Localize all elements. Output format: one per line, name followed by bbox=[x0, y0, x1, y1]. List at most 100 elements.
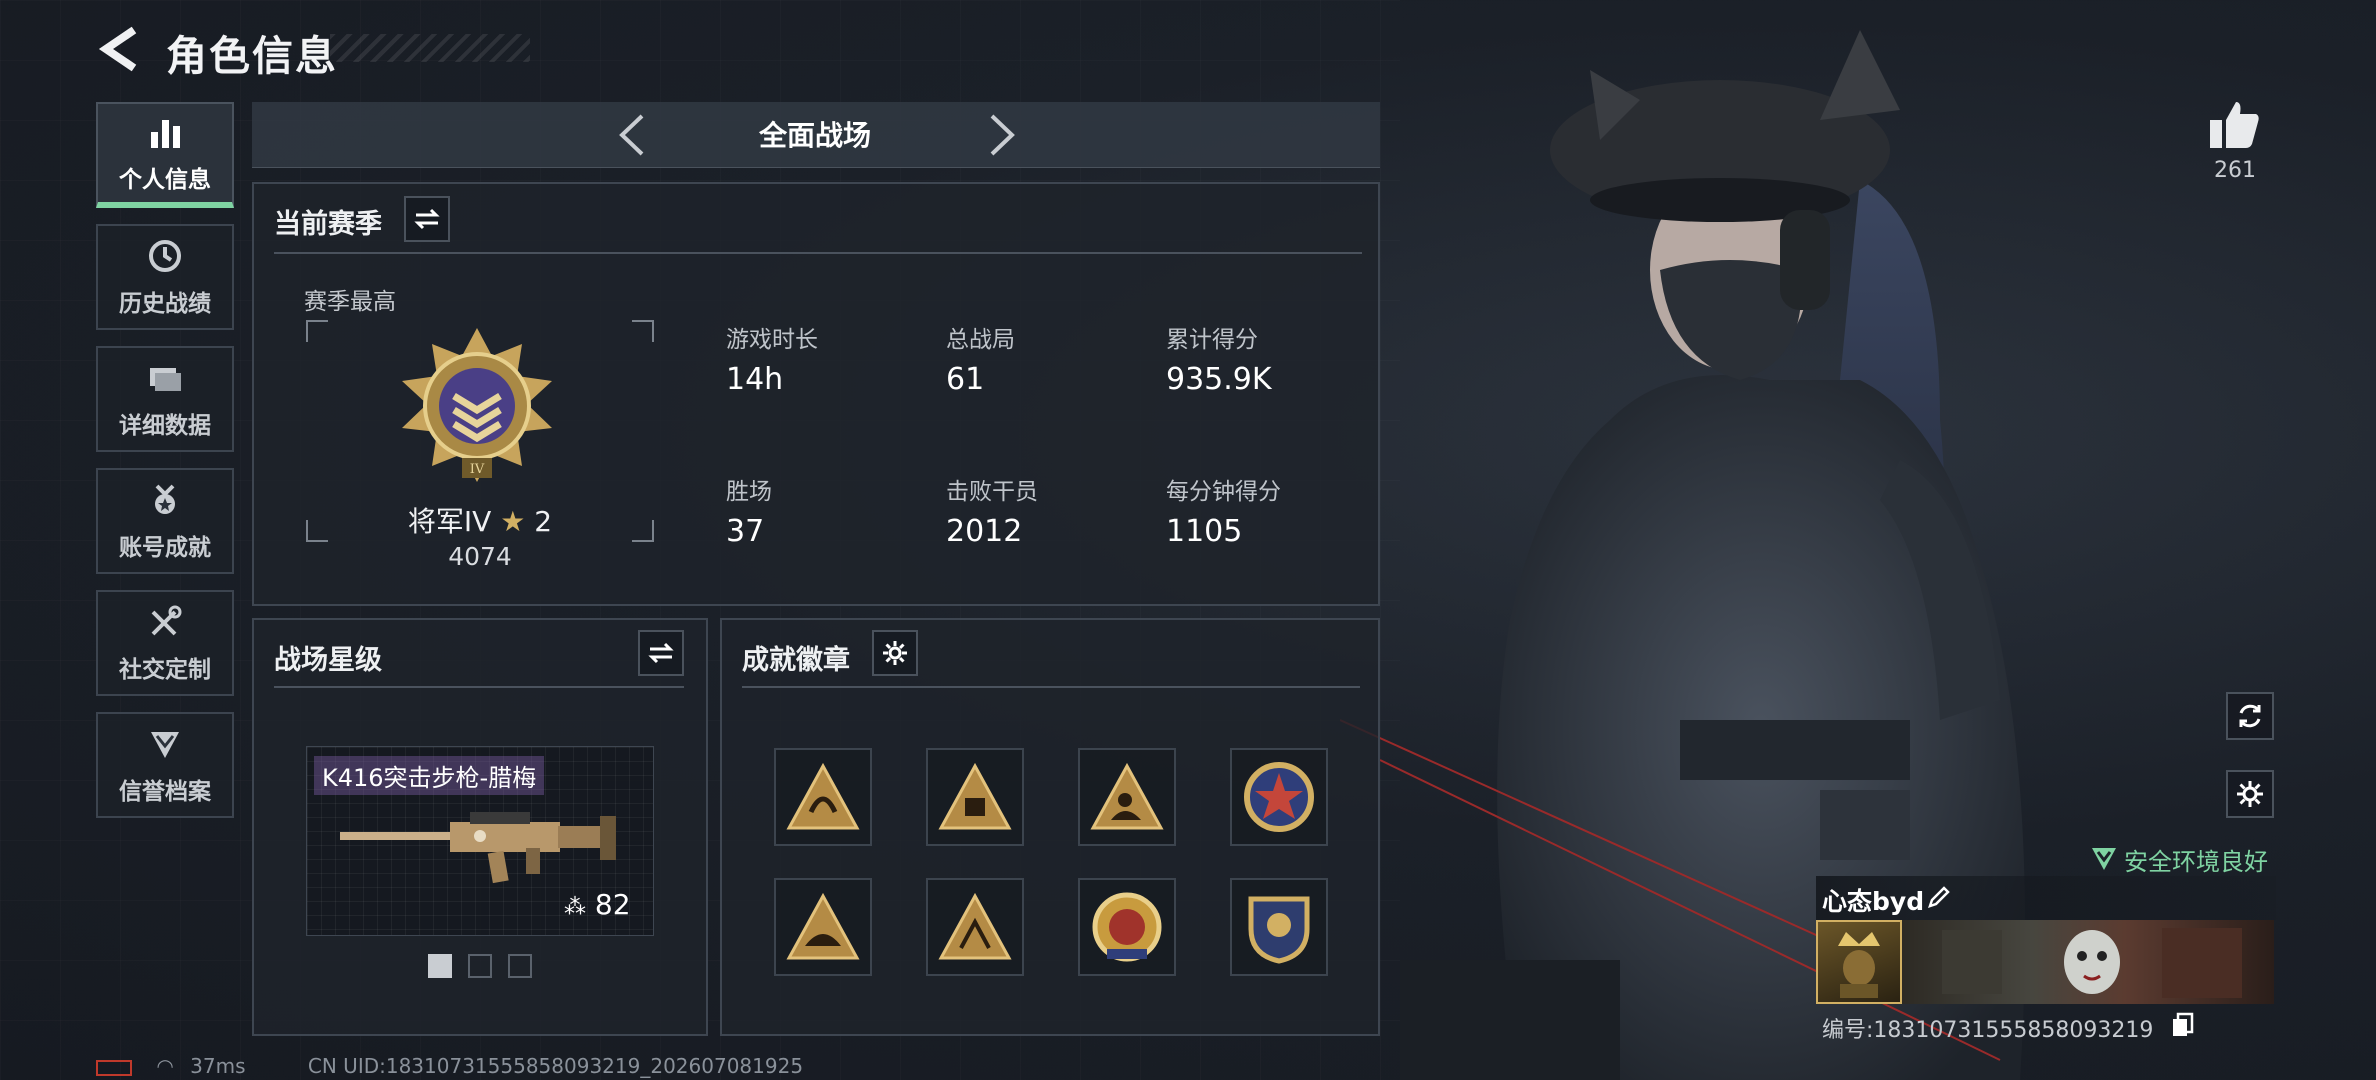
medal-icon bbox=[145, 480, 185, 520]
copy-icon bbox=[2173, 1012, 2194, 1036]
avatar-king-icon bbox=[1838, 932, 1880, 998]
stat-label: 击败干员 bbox=[946, 479, 1038, 505]
page-dot[interactable] bbox=[508, 954, 532, 978]
like-count: 261 bbox=[2214, 158, 2256, 183]
stat-label: 总战局 bbox=[946, 327, 1015, 353]
sidebar-item-label: 信誉档案 bbox=[119, 779, 211, 805]
clock-icon bbox=[145, 236, 185, 276]
gear-icon bbox=[883, 641, 907, 665]
next-mode-button[interactable] bbox=[982, 110, 1022, 160]
weapon-level-row: ⁂ 82 bbox=[564, 888, 631, 921]
badge-slot[interactable] bbox=[926, 878, 1024, 976]
stat-total-score: 累计得分 935.9K bbox=[1166, 320, 1272, 397]
badge-horn-icon bbox=[786, 762, 860, 830]
stat-value: 1105 bbox=[1166, 514, 1243, 549]
stat-value: 14h bbox=[726, 362, 784, 397]
prev-mode-button[interactable] bbox=[612, 110, 652, 160]
sidebar-item-details[interactable]: 详细数据 bbox=[96, 346, 234, 452]
badge-slot[interactable] bbox=[926, 748, 1024, 846]
ping-value: 37ms bbox=[190, 1054, 246, 1078]
divider bbox=[274, 686, 684, 688]
badge-shield-round-icon bbox=[1248, 896, 1310, 964]
pencil-icon bbox=[1928, 886, 1950, 908]
badge-slot[interactable] bbox=[1230, 748, 1328, 846]
badge-star-round-icon bbox=[1244, 762, 1314, 832]
sidebar-item-personal-info[interactable]: 个人信息 bbox=[96, 102, 234, 208]
thumbs-up-icon bbox=[2210, 102, 2259, 148]
divider bbox=[274, 252, 1362, 254]
back-button[interactable] bbox=[96, 24, 142, 74]
badge-soldier-icon bbox=[1090, 762, 1164, 830]
stat-value: 37 bbox=[726, 514, 765, 549]
swap-icon bbox=[414, 208, 440, 230]
mode-label: 全面战场 bbox=[758, 119, 871, 152]
badge-eagle-round-icon bbox=[1092, 892, 1162, 962]
rifle-icon bbox=[330, 796, 630, 886]
shield-chevron-icon bbox=[145, 724, 185, 764]
badge-pyramid-icon bbox=[938, 892, 1012, 960]
badges-settings-button[interactable] bbox=[872, 630, 918, 676]
rank-name: 将军IV bbox=[407, 505, 492, 538]
svg-text:IV: IV bbox=[470, 462, 485, 477]
back-arrow-icon bbox=[98, 26, 137, 72]
tools-icon bbox=[145, 602, 185, 642]
profile-banner[interactable] bbox=[1902, 920, 2274, 1004]
star-icon: ★ bbox=[500, 505, 526, 538]
battery-icon bbox=[96, 1059, 132, 1076]
badges-title: 成就徽章 bbox=[742, 645, 850, 676]
stat-label: 胜场 bbox=[726, 479, 772, 505]
sidebar-item-label: 社交定制 bbox=[119, 657, 211, 683]
star-level-switch-button[interactable] bbox=[638, 630, 684, 676]
badge-slot[interactable] bbox=[1230, 878, 1328, 976]
page-dot[interactable] bbox=[468, 954, 492, 978]
refresh-icon bbox=[2239, 704, 2261, 728]
stat-label: 每分钟得分 bbox=[1166, 479, 1281, 505]
like-button[interactable] bbox=[2206, 96, 2262, 152]
refresh-button[interactable] bbox=[2226, 692, 2274, 740]
stat-total-matches: 总战局 61 bbox=[946, 320, 1015, 397]
badge-slot[interactable] bbox=[774, 878, 872, 976]
stat-score-per-minute: 每分钟得分 1105 bbox=[1166, 472, 1281, 549]
season-best-label: 赛季最高 bbox=[304, 289, 396, 315]
settings-button[interactable] bbox=[2226, 770, 2274, 818]
banner-art bbox=[1942, 928, 2242, 998]
sidebar-item-label: 详细数据 bbox=[119, 413, 211, 439]
weapon-name: K416突击步枪-腊梅 bbox=[314, 756, 545, 795]
divider bbox=[742, 686, 1360, 688]
player-name: 心态byd bbox=[1822, 887, 1925, 916]
gear-icon bbox=[2237, 781, 2263, 807]
swap-icon bbox=[648, 642, 674, 664]
copy-id-button[interactable] bbox=[2170, 1012, 2196, 1038]
badge-horn-2-icon bbox=[786, 892, 860, 960]
season-switch-button[interactable] bbox=[404, 196, 450, 242]
sidebar-item-history[interactable]: 历史战绩 bbox=[96, 224, 234, 330]
stat-label: 游戏时长 bbox=[726, 327, 818, 353]
rank-name-row: 将军IV ★ 2 bbox=[340, 500, 620, 540]
page-title: 角色信息 bbox=[166, 32, 338, 80]
season-title: 当前赛季 bbox=[274, 209, 382, 240]
edit-name-button[interactable] bbox=[1926, 884, 1952, 910]
uid-text: CN UID:18310731555858093219_202607081925 bbox=[307, 1054, 804, 1078]
badge-slot[interactable] bbox=[1078, 748, 1176, 846]
sidebar-item-label: 个人信息 bbox=[119, 167, 211, 193]
stat-value: 61 bbox=[946, 362, 985, 397]
rank-stars: 2 bbox=[534, 505, 553, 538]
chevron-right-icon bbox=[990, 114, 1015, 156]
rank-emblem-icon: IV bbox=[392, 326, 562, 486]
page-dot-active[interactable] bbox=[428, 954, 452, 978]
badge-slot[interactable] bbox=[774, 748, 872, 846]
stat-playtime: 游戏时长 14h bbox=[726, 320, 818, 397]
status-footer: ◠ 37ms CN UID:18310731555858093219_20260… bbox=[96, 1054, 803, 1078]
weapon-level: 82 bbox=[594, 888, 631, 921]
safe-shield-icon bbox=[2090, 844, 2118, 872]
sidebar-item-achievements[interactable]: 账号成就 bbox=[96, 468, 234, 574]
badge-slot[interactable] bbox=[1078, 878, 1176, 976]
chevron-left-icon bbox=[619, 114, 644, 156]
tri-star-icon: ⁂ bbox=[564, 895, 586, 920]
stat-kills: 击败干员 2012 bbox=[946, 472, 1038, 549]
sidebar-item-social[interactable]: 社交定制 bbox=[96, 590, 234, 696]
stat-wins: 胜场 37 bbox=[726, 472, 772, 549]
sidebar-item-reputation[interactable]: 信誉档案 bbox=[96, 712, 234, 818]
avatar[interactable] bbox=[1816, 920, 1902, 1004]
player-id: 编号:18310731555858093219 bbox=[1822, 1018, 2154, 1043]
